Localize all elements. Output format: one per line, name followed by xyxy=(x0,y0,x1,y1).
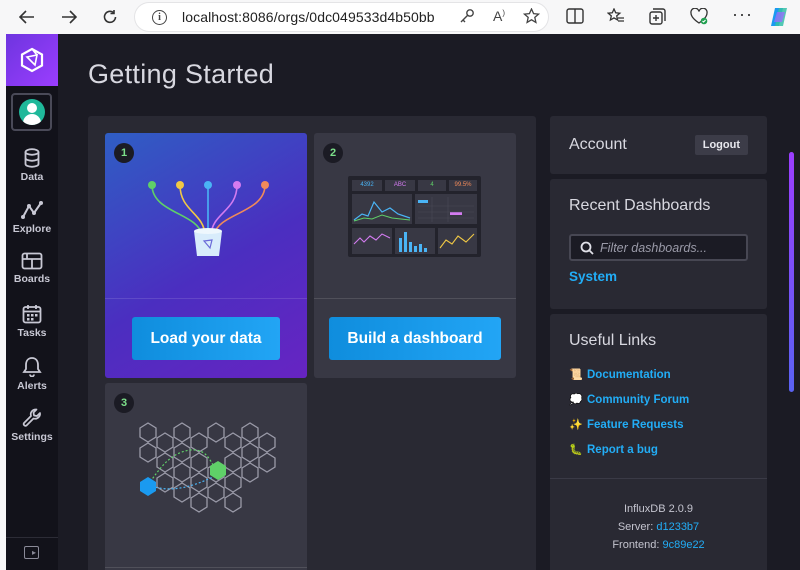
favorite-star-icon[interactable] xyxy=(522,7,541,27)
sparkles-icon: ✨ xyxy=(569,419,583,431)
forward-icon[interactable] xyxy=(56,5,82,29)
account-title: Account xyxy=(569,136,627,153)
refresh-icon[interactable] xyxy=(97,5,123,29)
influxdb-app: Data Explore Boards Tasks Alerts Setting… xyxy=(6,34,800,570)
dashboards-icon xyxy=(21,252,43,270)
copilot-icon[interactable] xyxy=(768,6,790,32)
logout-button[interactable]: Logout xyxy=(694,135,748,155)
bug-icon: 🐛 xyxy=(569,444,583,456)
report-bug-link[interactable]: 🐛 Report a bug xyxy=(569,443,658,457)
filter-placeholder: Filter dashboards... xyxy=(600,240,707,255)
sidebar-item-data[interactable]: Data xyxy=(6,144,58,194)
sidebar-divider xyxy=(6,537,58,538)
useful-links-panel: Useful Links 📜 Documentation 💭 Community… xyxy=(550,314,767,570)
sidebar-item-explore[interactable]: Explore xyxy=(6,196,58,246)
frontend-version: Frontend: 9c89e22 xyxy=(612,539,705,551)
getting-started-panel: 1 Load your data 2 4392 ABC 4 99.5% Buil… xyxy=(88,116,536,570)
card-divider xyxy=(314,298,516,299)
address-bar[interactable]: i localhost:8086/orgs/0dc049533d4b50bb A… xyxy=(135,3,548,31)
recent-dashboards-panel: Recent Dashboards Filter dashboards... S… xyxy=(550,179,767,309)
calendar-icon xyxy=(22,305,42,324)
documentation-link[interactable]: 📜 Documentation xyxy=(569,368,671,382)
stat-cell: 99.5% xyxy=(449,180,477,191)
browser-essentials-icon[interactable] xyxy=(690,7,708,29)
feature-requests-link[interactable]: ✨ Feature Requests xyxy=(569,418,684,432)
link-label: Community Forum xyxy=(587,393,690,406)
influxdb-logo-icon[interactable] xyxy=(6,34,58,86)
sidebar-item-settings[interactable]: Settings xyxy=(6,404,58,454)
wrench-icon xyxy=(22,408,41,427)
sidebar: Data Explore Boards Tasks Alerts Setting… xyxy=(6,34,58,570)
collections-icon[interactable] xyxy=(649,8,666,29)
step-number-badge: 2 xyxy=(323,143,343,163)
back-icon[interactable] xyxy=(14,5,40,29)
product-version: InfluxDB 2.0.9 xyxy=(623,503,694,515)
sidebar-item-label: Settings xyxy=(11,431,53,443)
server-version: Server: d1233b7 xyxy=(617,521,700,533)
database-icon xyxy=(24,148,40,168)
sidebar-item-label: Tasks xyxy=(17,327,47,339)
split-screen-icon[interactable] xyxy=(566,8,584,28)
scrollbar-thumb[interactable] xyxy=(789,152,794,392)
sidebar-item-label: Boards xyxy=(13,273,51,285)
data-sources-illustration xyxy=(148,181,269,256)
sidebar-item-tasks[interactable]: Tasks xyxy=(6,300,58,350)
build-dashboard-button[interactable]: Build a dashboard xyxy=(329,317,501,360)
server-commit-link[interactable]: d1233b7 xyxy=(656,521,699,533)
stat-cell: 4 xyxy=(418,180,446,191)
step-number-badge: 1 xyxy=(114,143,134,163)
favorites-icon[interactable] xyxy=(606,7,625,28)
thought-bubble-icon: 💭 xyxy=(569,394,583,406)
account-panel: Account Logout xyxy=(550,116,767,174)
page-title: Getting Started xyxy=(88,59,275,89)
setup-alerts-card: 3 xyxy=(105,383,307,570)
sidebar-item-boards[interactable]: Boards xyxy=(6,248,58,298)
site-info-icon[interactable]: i xyxy=(152,9,167,25)
scroll-icon: 📜 xyxy=(569,369,583,381)
user-avatar-button[interactable] xyxy=(11,93,52,131)
recent-dashboards-title: Recent Dashboards xyxy=(569,197,711,214)
url-text: localhost:8086/orgs/0dc049533d4b50bb xyxy=(182,9,435,25)
dashboard-illustration: 4392 ABC 4 99.5% xyxy=(348,176,481,257)
link-label: Feature Requests xyxy=(587,418,684,431)
useful-links-title: Useful Links xyxy=(569,332,657,349)
load-your-data-button[interactable]: Load your data xyxy=(132,317,280,360)
key-icon[interactable] xyxy=(459,8,475,27)
collapse-sidebar-icon[interactable]: ▸ xyxy=(24,546,39,559)
step-number-badge: 3 xyxy=(114,393,134,413)
version-info: InfluxDB 2.0.9 Server: d1233b7 Frontend:… xyxy=(550,500,767,554)
load-data-card: 1 Load your data xyxy=(105,133,307,378)
read-aloud-icon[interactable]: A) xyxy=(493,8,505,27)
card-divider xyxy=(105,298,307,299)
dashboard-link-system[interactable]: System xyxy=(569,269,617,284)
avatar-icon xyxy=(18,99,45,125)
sidebar-item-alerts[interactable]: Alerts xyxy=(6,352,58,402)
link-label: Report a bug xyxy=(587,443,658,456)
search-icon xyxy=(580,241,594,255)
link-label: Documentation xyxy=(587,368,671,381)
card-divider xyxy=(105,567,307,568)
bell-icon xyxy=(22,357,42,377)
filter-dashboards-input[interactable]: Filter dashboards... xyxy=(569,234,748,261)
panel-divider xyxy=(550,478,767,479)
build-dashboard-card: 2 4392 ABC 4 99.5% Build a dashboard xyxy=(314,133,516,378)
sidebar-item-label: Explore xyxy=(12,223,52,235)
sidebar-item-label: Alerts xyxy=(17,380,47,392)
sidebar-item-label: Data xyxy=(20,171,44,183)
more-options-icon[interactable]: ··· xyxy=(732,4,753,25)
community-forum-link[interactable]: 💭 Community Forum xyxy=(569,393,690,407)
stat-cell: 4392 xyxy=(352,180,382,191)
graph-icon xyxy=(21,201,43,219)
stat-cell: ABC xyxy=(385,180,415,191)
frontend-commit-link[interactable]: 9c89e22 xyxy=(662,539,704,551)
hexagon-network-illustration xyxy=(139,422,276,513)
browser-toolbar: i localhost:8086/orgs/0dc049533d4b50bb A… xyxy=(0,0,800,34)
